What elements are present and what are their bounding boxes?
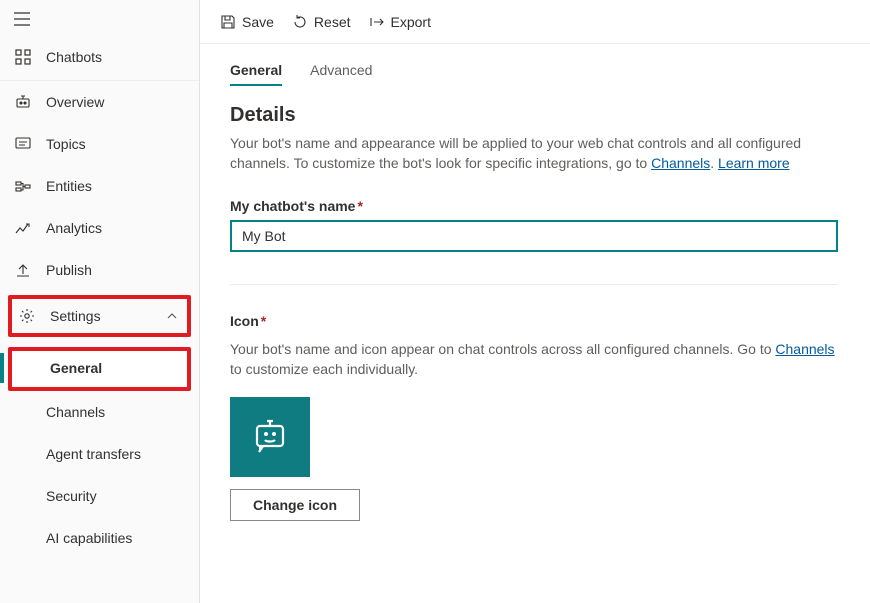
entities-icon: [14, 177, 32, 195]
sidebar-sub-label: AI capabilities: [46, 530, 132, 546]
tabs: General Advanced: [230, 62, 840, 86]
tool-label: Save: [242, 14, 274, 30]
icon-field-label: Icon*: [230, 313, 840, 329]
sidebar-sub-general[interactable]: General: [12, 351, 187, 385]
tool-label: Export: [391, 14, 431, 30]
save-button[interactable]: Save: [220, 14, 274, 30]
sidebar-sub-label: Agent transfers: [46, 446, 141, 462]
sidebar-sub-label: Security: [46, 488, 97, 504]
sidebar-sub-label: General: [50, 360, 102, 376]
details-description: Your bot's name and appearance will be a…: [230, 133, 840, 174]
chevron-up-icon: [163, 307, 181, 325]
sidebar-label: Chatbots: [46, 49, 102, 65]
main-content: Save Reset Export General Advanced Detai…: [200, 0, 870, 603]
sidebar-sub-label: Channels: [46, 404, 105, 420]
sidebar-label: Analytics: [46, 220, 102, 236]
tab-advanced[interactable]: Advanced: [310, 62, 372, 86]
channels-link-2[interactable]: Channels: [775, 341, 834, 357]
apps-icon: [14, 48, 32, 66]
sidebar-sub-security[interactable]: Security: [0, 475, 199, 517]
hamburger-menu[interactable]: [0, 0, 199, 36]
sidebar-label: Settings: [50, 308, 101, 324]
tab-general[interactable]: General: [230, 62, 282, 86]
tool-label: Reset: [314, 14, 351, 30]
bot-avatar-icon: [247, 414, 293, 460]
sidebar-sub-ai-capabilities[interactable]: AI capabilities: [0, 517, 199, 559]
icon-description: Your bot's name and icon appear on chat …: [230, 339, 840, 380]
save-icon: [220, 14, 236, 30]
sidebar-item-analytics[interactable]: Analytics: [0, 207, 199, 249]
export-button[interactable]: Export: [369, 14, 431, 30]
bot-icon: [14, 93, 32, 111]
sidebar-label: Overview: [46, 94, 104, 110]
analytics-icon: [14, 219, 32, 237]
sidebar-sub-channels[interactable]: Channels: [0, 391, 199, 433]
sidebar-label: Publish: [46, 262, 92, 278]
sidebar-label: Entities: [46, 178, 92, 194]
sidebar-item-topics[interactable]: Topics: [0, 123, 199, 165]
chat-icon: [14, 135, 32, 153]
learn-more-link[interactable]: Learn more: [718, 155, 790, 171]
divider: [230, 284, 838, 285]
gear-icon: [18, 307, 36, 325]
details-title: Details: [230, 104, 840, 127]
export-icon: [369, 14, 385, 30]
reset-button[interactable]: Reset: [292, 14, 351, 30]
sidebar-sub-agent-transfers[interactable]: Agent transfers: [0, 433, 199, 475]
reset-icon: [292, 14, 308, 30]
name-field-label: My chatbot's name*: [230, 198, 840, 214]
bot-icon-preview: [230, 397, 310, 477]
hamburger-icon: [14, 12, 185, 26]
change-icon-button[interactable]: Change icon: [230, 489, 360, 521]
required-indicator: *: [357, 198, 362, 214]
sidebar-item-entities[interactable]: Entities: [0, 165, 199, 207]
chatbot-name-input[interactable]: [230, 220, 838, 252]
publish-icon: [14, 261, 32, 279]
toolbar: Save Reset Export: [200, 0, 870, 44]
required-indicator: *: [261, 313, 266, 329]
sidebar-item-chatbots[interactable]: Chatbots: [0, 36, 199, 78]
sidebar-item-publish[interactable]: Publish: [0, 249, 199, 291]
channels-link[interactable]: Channels: [651, 155, 710, 171]
sidebar-item-overview[interactable]: Overview: [0, 81, 199, 123]
sidebar-item-settings[interactable]: Settings: [12, 299, 187, 333]
sidebar: Chatbots Overview Topics Entities: [0, 0, 200, 603]
sidebar-label: Topics: [46, 136, 86, 152]
